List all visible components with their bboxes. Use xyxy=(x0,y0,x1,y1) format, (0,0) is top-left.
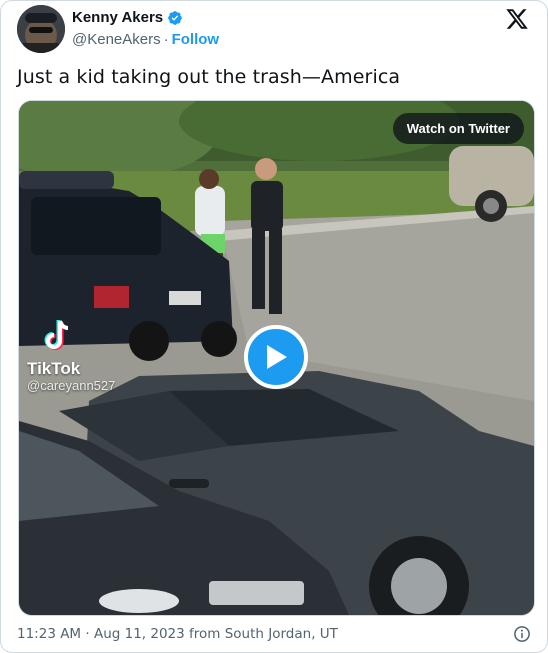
x-logo-icon[interactable] xyxy=(505,7,529,31)
follow-button[interactable]: Follow xyxy=(172,31,220,48)
handle-separator: · xyxy=(163,31,169,48)
tweet-timestamp[interactable]: 11:23 AM · Aug 11, 2023 from South Jorda… xyxy=(17,626,338,642)
author-handle-row: @KeneAkers · Follow xyxy=(72,31,219,48)
author-name-row: Kenny Akers xyxy=(72,9,183,26)
play-icon xyxy=(263,343,289,371)
tiktok-username: @careyann527 xyxy=(27,378,116,393)
author-avatar[interactable] xyxy=(17,5,65,53)
tiktok-icon xyxy=(43,319,73,353)
author-handle[interactable]: @KeneAkers xyxy=(72,31,161,48)
tweet-text: Just a kid taking out the trash—America xyxy=(17,66,401,88)
play-button[interactable] xyxy=(244,325,308,389)
verified-badge-icon xyxy=(167,10,183,26)
author-display-name[interactable]: Kenny Akers xyxy=(72,9,163,26)
info-icon[interactable] xyxy=(513,625,531,643)
tweet-video[interactable]: Watch on Twitter TikTok @careyann527 xyxy=(18,100,535,616)
tweet-embed-card: Kenny Akers @KeneAkers · Follow Just a k… xyxy=(0,0,548,653)
watch-on-twitter-button[interactable]: Watch on Twitter xyxy=(392,113,524,144)
tiktok-brand-label: TikTok xyxy=(27,359,81,378)
